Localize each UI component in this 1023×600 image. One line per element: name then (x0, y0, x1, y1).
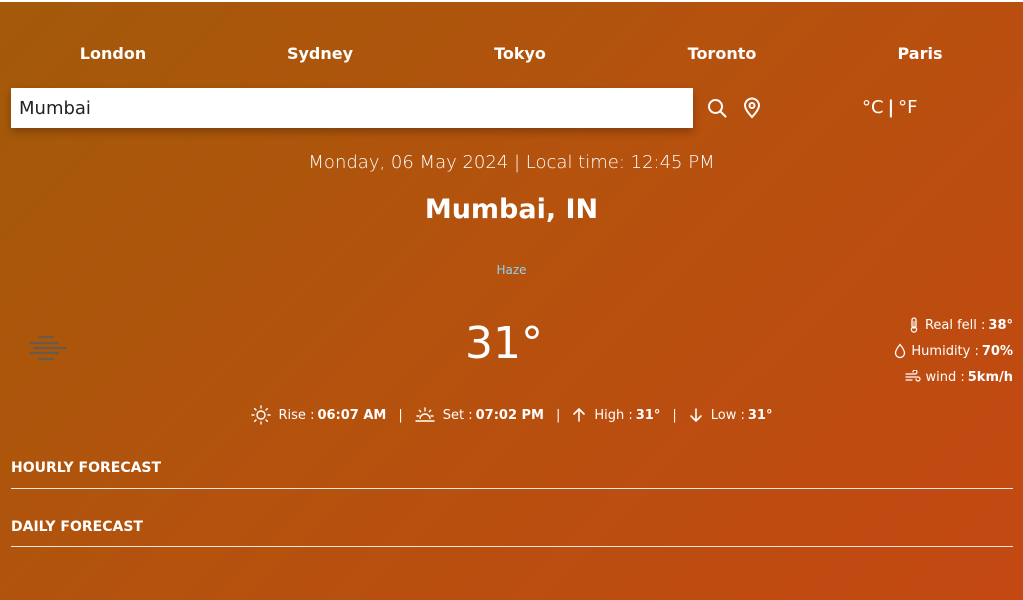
search-box (11, 88, 693, 128)
wind-value: 5km/h (967, 369, 1013, 385)
sunrise-icon (250, 405, 271, 425)
location-title: Mumbai, IN (424, 194, 599, 225)
real-feel-row: Real fell :38° (894, 312, 1013, 338)
sunrise-value: 06:07 AM (317, 407, 387, 423)
sunrise-label: Rise : (278, 407, 315, 423)
city-button-paris[interactable]: Paris (898, 44, 943, 63)
sunrise-item: Rise :06:07 AM (250, 405, 387, 425)
droplet-icon (895, 343, 906, 359)
low-value: 31° (747, 407, 773, 423)
local-datetime: Monday, 06 May 2024 | Local time: 12:45 … (308, 152, 715, 173)
fahrenheit-button[interactable]: °F (898, 97, 917, 118)
sun-info-bar: Rise :06:07 AM | Set :07:02 PM | High :3… (0, 405, 1023, 425)
weather-condition: Haze (496, 263, 527, 277)
real-feel-label: Real fell : (924, 317, 986, 333)
city-button-sydney[interactable]: Sydney (287, 44, 353, 63)
haze-icon (26, 334, 68, 362)
city-button-london[interactable]: London (80, 44, 146, 63)
search-input[interactable] (11, 88, 693, 128)
low-item: Low :31° (689, 407, 773, 423)
celsius-button[interactable]: °C (862, 97, 884, 118)
wind-row: wind :5km/h (894, 364, 1013, 390)
humidity-label: Humidity : (911, 343, 979, 359)
city-button-tokyo[interactable]: Tokyo (494, 44, 546, 63)
hourly-forecast-title: HOURLY FORECAST (11, 460, 162, 476)
unit-separator: | (887, 97, 895, 118)
search-icon[interactable] (706, 97, 728, 119)
low-label: Low : (710, 407, 745, 423)
location-pin-icon[interactable] (741, 97, 763, 119)
thermometer-icon (910, 317, 918, 333)
info-separator: | (672, 407, 677, 423)
sunset-value: 07:02 PM (475, 407, 544, 423)
high-label: High : (594, 407, 633, 423)
info-separator: | (398, 407, 403, 423)
hourly-divider (11, 488, 1013, 489)
sunset-icon (415, 407, 435, 422)
arrow-down-icon (689, 408, 702, 422)
wind-icon (904, 370, 921, 382)
sunset-item: Set :07:02 PM (415, 405, 544, 425)
info-separator: | (555, 407, 561, 423)
current-temperature: 31° (465, 318, 543, 369)
weather-details: Real fell :38° Humidity :70% wind :5km/h (894, 312, 1013, 390)
daily-divider (11, 546, 1013, 547)
wind-label: wind : (925, 369, 965, 385)
real-feel-value: 38° (988, 317, 1013, 333)
humidity-row: Humidity :70% (894, 338, 1013, 364)
humidity-value: 70% (981, 343, 1013, 359)
city-buttons: London Sydney Tokyo Toronto Paris (0, 44, 1023, 66)
high-value: 31° (635, 407, 661, 423)
sunset-label: Set : (442, 407, 473, 423)
city-button-toronto[interactable]: Toronto (688, 44, 757, 63)
arrow-up-icon (573, 408, 586, 422)
daily-forecast-title: DAILY FORECAST (11, 519, 143, 535)
unit-toggle: °C | °F (862, 97, 918, 118)
high-item: High :31° (572, 407, 660, 423)
